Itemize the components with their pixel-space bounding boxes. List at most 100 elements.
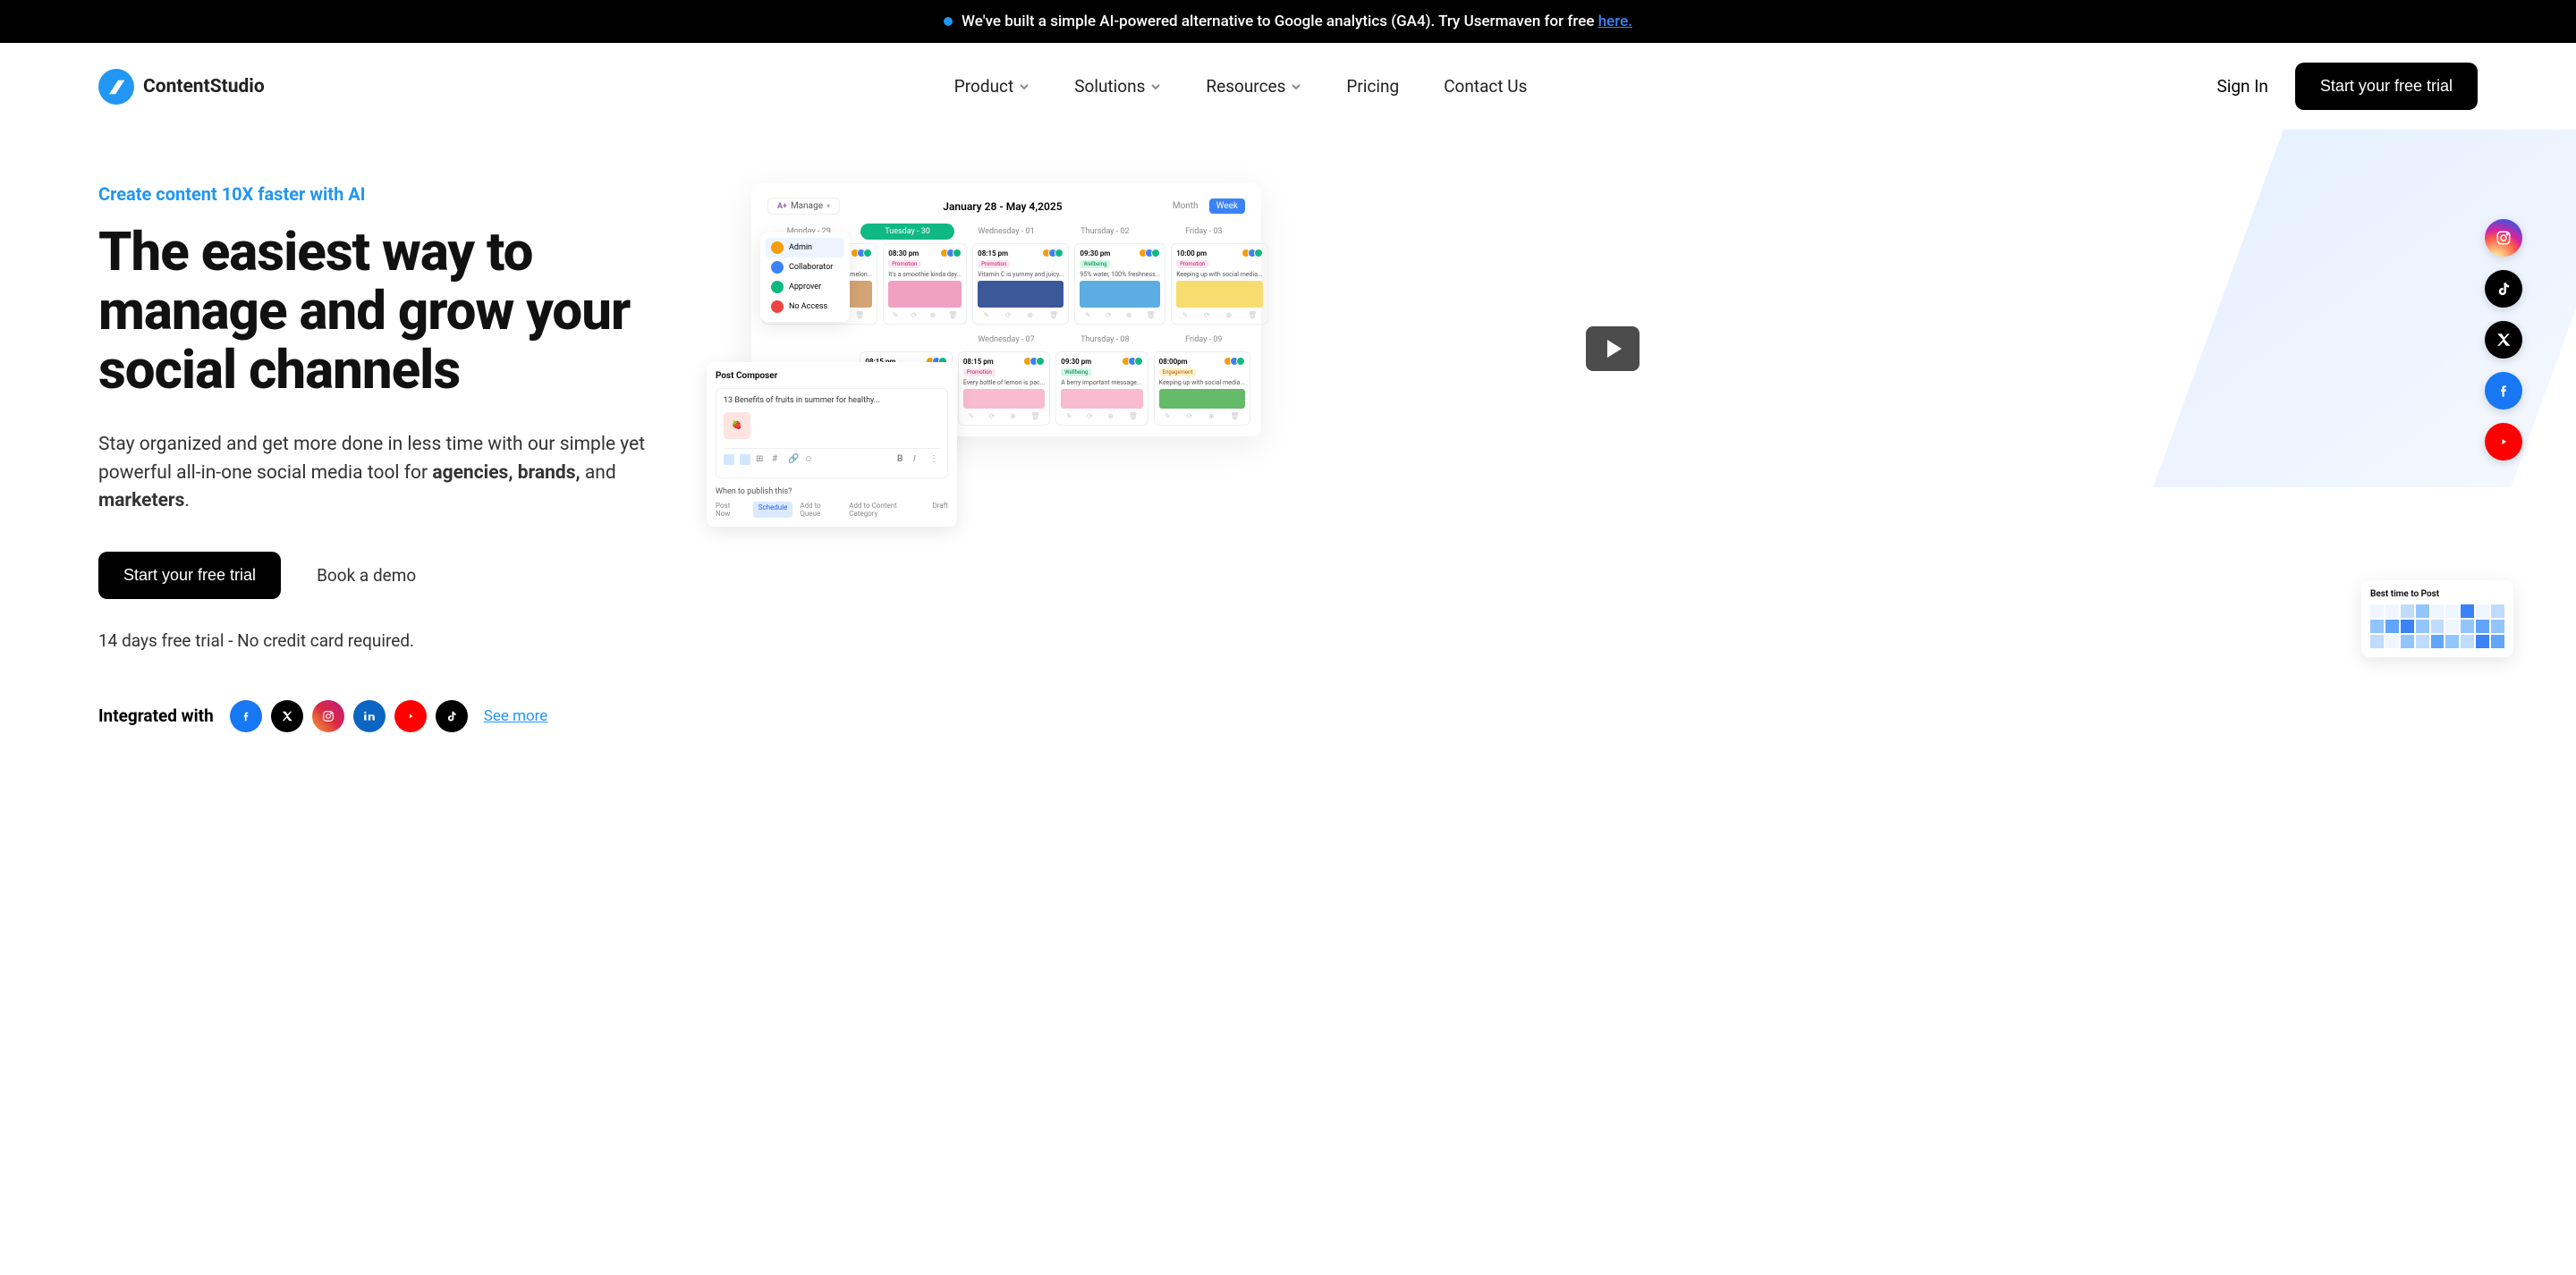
heat-cell — [2476, 604, 2489, 618]
hero-eyebrow: Create content 10X faster with AI — [98, 183, 680, 205]
heat-cell — [2491, 620, 2504, 633]
hero-trial-button[interactable]: Start your free trial — [98, 552, 281, 599]
hero-section: Create content 10X faster with AI The ea… — [0, 130, 2576, 750]
calendar-day-header: Tuesday - 30 — [860, 224, 953, 240]
x-icon[interactable] — [271, 700, 303, 732]
book-demo-link[interactable]: Book a demo — [317, 565, 416, 586]
more-icon: ⋮ — [929, 454, 940, 465]
announce-dot-icon — [944, 17, 953, 26]
instagram-icon[interactable] — [312, 700, 344, 732]
heat-cell — [2431, 635, 2445, 648]
chevron-down-icon — [1150, 81, 1161, 92]
site-header: /// ContentStudio Product Solutions Reso… — [0, 43, 2576, 130]
heat-cell — [2445, 604, 2459, 618]
calendar-day-header: Wednesday - 01 — [960, 224, 1053, 240]
youtube-icon[interactable] — [394, 700, 427, 732]
hero-title: The easiest way to manage and grow your … — [98, 223, 680, 400]
heat-cell — [2491, 604, 2504, 618]
hash-icon: # — [772, 454, 783, 465]
role-item: Approver — [766, 277, 844, 297]
calendar-day-header: Thursday - 02 — [1058, 224, 1151, 240]
heat-cell — [2370, 620, 2384, 633]
heat-cell — [2476, 635, 2489, 648]
emoji-icon: ☺ — [804, 454, 815, 465]
heat-cell — [2416, 604, 2429, 618]
image-icon — [724, 454, 734, 465]
tiktok-icon[interactable] — [436, 700, 468, 732]
chevron-down-icon — [1291, 81, 1301, 92]
nav-product[interactable]: Product — [954, 76, 1030, 97]
see-more-link[interactable]: See more — [484, 707, 548, 725]
calendar-day-header: Friday - 09 — [1157, 332, 1250, 348]
composer-thumbnail: 🍓 — [724, 412, 750, 439]
calendar-card: 08:00pm Engagement Keeping up with socia… — [1154, 351, 1250, 426]
signin-link[interactable]: Sign In — [2216, 76, 2267, 97]
heat-cell — [2401, 620, 2414, 633]
calendar-day-header — [860, 332, 953, 348]
post-composer-mockup: Post Composer 13 Benefits of fruits in s… — [707, 362, 957, 527]
nav-pricing[interactable]: Pricing — [1346, 76, 1399, 97]
heat-cell — [2385, 620, 2399, 633]
calendar-card: 09:30 pm Wellbeing 95% water, 100% fresh… — [1074, 243, 1165, 325]
composer-option: Draft — [932, 502, 948, 518]
heat-cell — [2385, 604, 2399, 618]
composer-option: Add to Content Category — [849, 502, 925, 518]
header-trial-button[interactable]: Start your free trial — [2295, 63, 2478, 110]
heat-cell — [2416, 620, 2429, 633]
calendar-card: 08:15 pm Promotion Vitamin C is yummy an… — [972, 243, 1069, 325]
composer-toolbar-left: ⊞ # 🔗 ☺ — [724, 454, 815, 465]
heat-cell — [2416, 635, 2429, 648]
play-video-button[interactable] — [1586, 326, 1640, 371]
composer-title: Post Composer — [716, 371, 948, 381]
nav-contact[interactable]: Contact Us — [1444, 76, 1527, 97]
heat-cell — [2461, 620, 2474, 633]
heat-cell — [2431, 620, 2445, 633]
calendar-card: 10:00 pm Promotion Keeping up with socia… — [1171, 243, 1267, 325]
bold-icon: B — [897, 454, 908, 465]
float-youtube-icon — [2485, 423, 2522, 460]
main-nav: Product Solutions Resources Pricing Cont… — [954, 76, 1528, 97]
composer-when-label: When to publish this? — [716, 487, 948, 496]
composer-option: Schedule — [753, 502, 793, 518]
float-facebook-icon — [2485, 372, 2522, 410]
play-icon — [1607, 340, 1622, 358]
role-item: No Access — [766, 297, 844, 317]
nav-solutions[interactable]: Solutions — [1074, 76, 1161, 97]
heat-cell — [2445, 620, 2459, 633]
floating-socials — [2485, 219, 2522, 460]
integrated-label: Integrated with — [98, 705, 214, 726]
video-icon — [740, 454, 750, 465]
facebook-icon[interactable] — [230, 700, 262, 732]
announcement-bar: We've built a simple AI-powered alternat… — [0, 0, 2576, 43]
composer-toolbar-right: B I ⋮ — [897, 454, 940, 465]
logo[interactable]: /// ContentStudio — [98, 69, 265, 105]
float-tiktok-icon — [2485, 270, 2522, 308]
heat-cell — [2401, 604, 2414, 618]
manage-dropdown: A+ Manage ▾ — [767, 198, 840, 215]
heat-cell — [2370, 604, 2384, 618]
role-item: Collaborator — [766, 258, 844, 277]
heat-cell — [2431, 604, 2445, 618]
nav-resources[interactable]: Resources — [1206, 76, 1301, 97]
announce-text: We've built a simple AI-powered alternat… — [962, 13, 1598, 30]
heat-cell — [2401, 635, 2414, 648]
link-icon: 🔗 — [788, 454, 799, 465]
hero-illustration: A+ Manage ▾ January 28 - May 4,2025 Mont… — [716, 183, 2478, 630]
composer-text: 13 Benefits of fruits in summer for heal… — [724, 396, 940, 405]
heat-cell — [2461, 635, 2474, 648]
heat-cell — [2445, 635, 2459, 648]
calendar-card: 08:30 pm Promotion It's a smoothie kinda… — [883, 243, 967, 325]
integrated-with: Integrated with See more — [98, 700, 680, 732]
calendar-card: 09:30 pm Wellbeing A berry important mes… — [1055, 351, 1148, 426]
besttime-title: Best time to Post — [2370, 589, 2504, 599]
gif-icon: ⊞ — [756, 454, 767, 465]
view-toggle: Month Week — [1165, 198, 1245, 214]
announce-link[interactable]: here. — [1598, 13, 1632, 30]
hero-subtitle: Stay organized and get more done in less… — [98, 431, 680, 516]
composer-options: Post NowScheduleAdd to QueueAdd to Conte… — [716, 502, 948, 518]
linkedin-icon[interactable] — [353, 700, 386, 732]
nav-actions: Sign In Start your free trial — [2216, 63, 2478, 110]
logo-text: ContentStudio — [143, 76, 265, 97]
calendar-card: 08:15 pm Promotion Every bottle of lemon… — [958, 351, 1050, 426]
date-range: January 28 - May 4,2025 — [943, 200, 1062, 213]
